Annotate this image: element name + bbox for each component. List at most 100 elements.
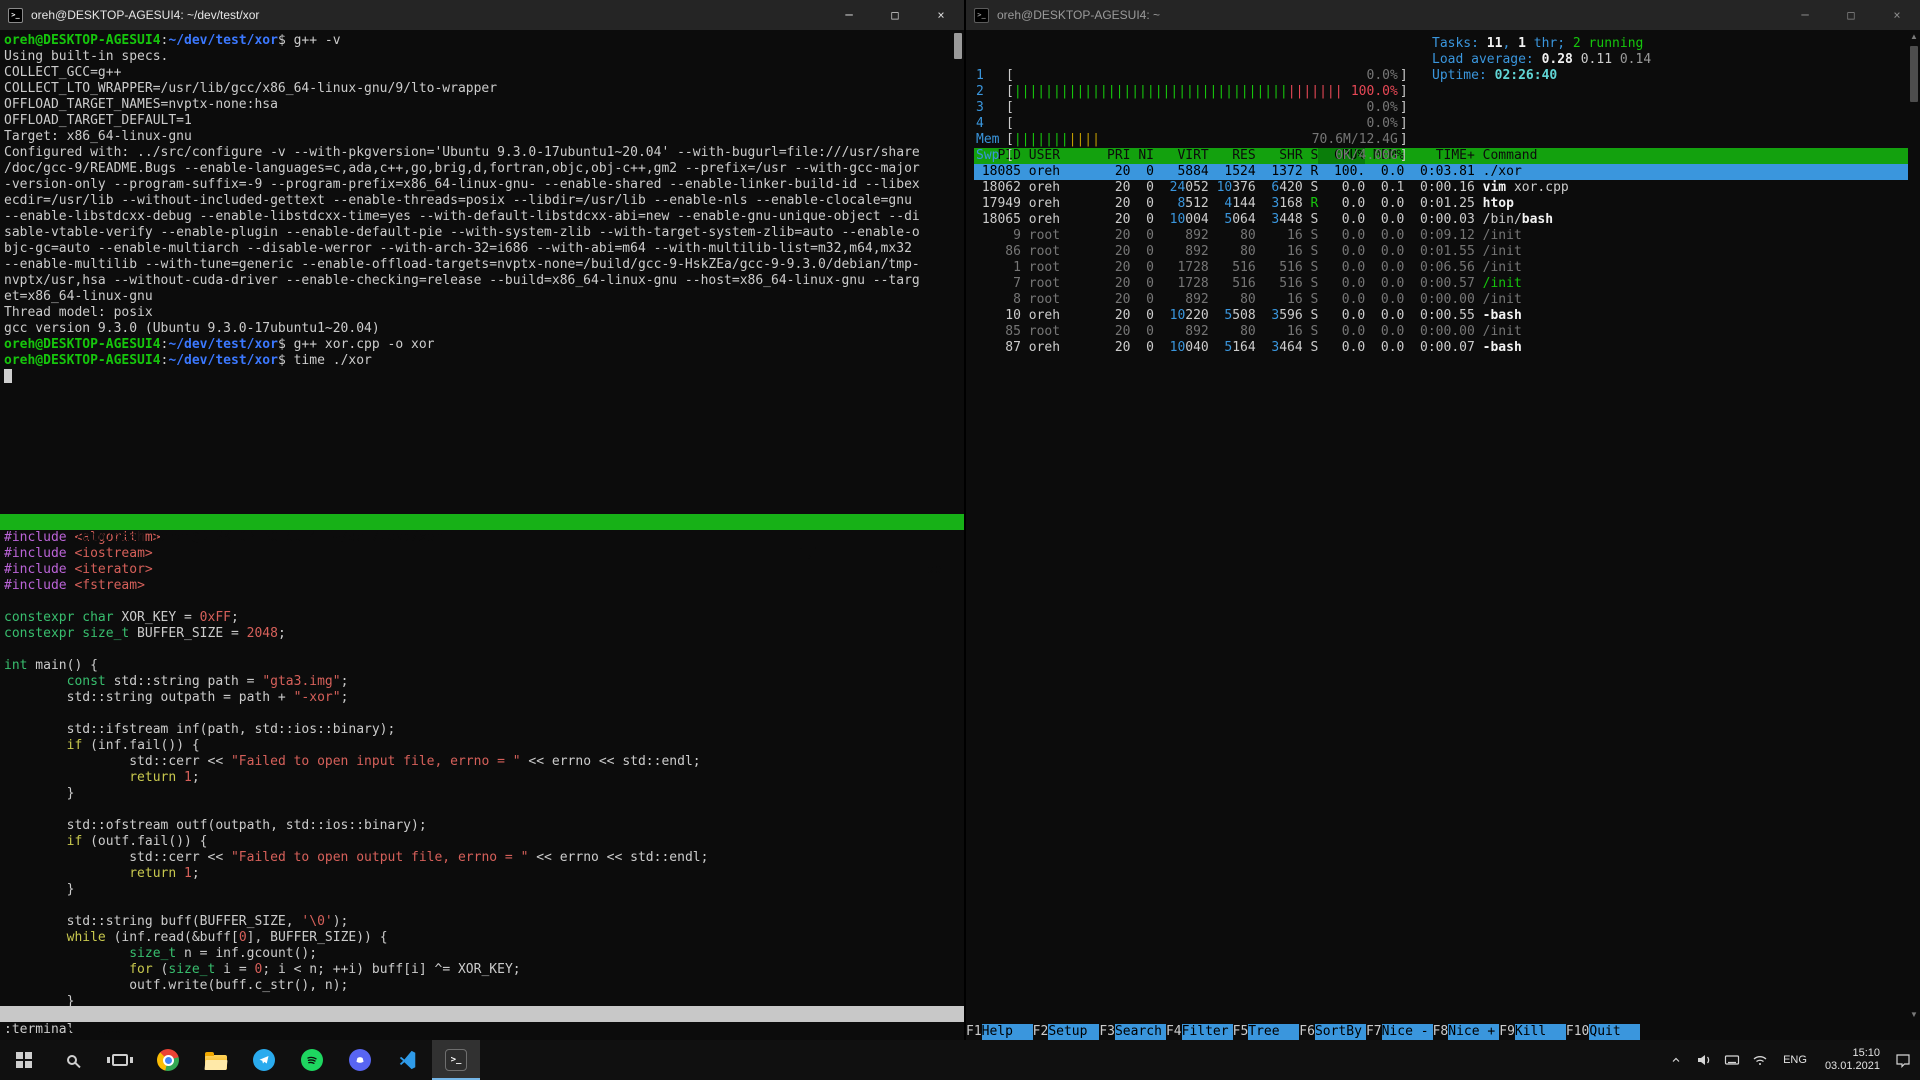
- fkey-label-kill[interactable]: Kill: [1514, 1024, 1566, 1040]
- process-row[interactable]: 1 root 20 0 1728 516 516 S 0.0 0.0 0:06.56/init: [974, 260, 1908, 276]
- cell-command: -bash: [1475, 308, 1908, 324]
- search-button[interactable]: [48, 1040, 96, 1080]
- fkey-label-tree[interactable]: Tree: [1248, 1024, 1300, 1040]
- cell-pri: 20: [1114, 308, 1131, 323]
- cell-mem: 0.0: [1380, 324, 1405, 339]
- meter-bar: ||||||||||| 70.6M/12.4G: [1014, 132, 1400, 148]
- meter-bracket: [: [1006, 148, 1014, 163]
- shell-output[interactable]: oreh@DESKTOP-AGESUI4:~/dev/test/xor$ g++…: [0, 30, 964, 514]
- cell-res: 80: [1240, 292, 1256, 307]
- fkey-f10[interactable]: F10: [1566, 1024, 1589, 1040]
- fkey-label-quit[interactable]: Quit: [1589, 1024, 1641, 1040]
- process-row[interactable]: 8 root 20 0 892 80 16 S 0.0 0.0 0:00.00/init: [974, 292, 1908, 308]
- right-window-title: oreh@DESKTOP-AGESUI4: ~: [997, 8, 1161, 22]
- memory-meter: Mem[||||||||||| 70.6M/12.4G]: [974, 132, 1908, 148]
- code-line: const std::string path = "gta3.img";: [4, 674, 964, 690]
- text: 02:26:40: [1494, 68, 1558, 83]
- fkey-f3[interactable]: F3: [1099, 1024, 1115, 1040]
- close-icon[interactable]: ×: [918, 0, 964, 30]
- task-view-button[interactable]: [96, 1040, 144, 1080]
- tray-chevron-up-icon[interactable]: [1667, 1040, 1685, 1080]
- touch-keyboard-icon[interactable]: [1723, 1040, 1741, 1080]
- terminal-output: Using built-in specs.: [4, 49, 169, 64]
- cpu-meter: 2[||||||||||||||||||||||||||||||||||||||…: [974, 84, 1908, 100]
- code-line: for (size_t i = 0; i < n; ++i) buff[i] ^…: [4, 962, 964, 978]
- fkey-label-nice+[interactable]: Nice +: [1448, 1024, 1500, 1040]
- fkey-label-filter[interactable]: Filter: [1181, 1024, 1233, 1040]
- taskbar-chrome-button[interactable]: [144, 1040, 192, 1080]
- scroll-down-icon[interactable]: ▼: [1908, 1010, 1920, 1020]
- terminal-icon: >_: [445, 1049, 467, 1071]
- maximize-icon[interactable]: □: [1828, 0, 1874, 30]
- taskbar-discord-button[interactable]: [336, 1040, 384, 1080]
- process-row[interactable]: 7 root 20 0 1728 516 516 S 0.0 0.0 0:00.57/init: [974, 276, 1908, 292]
- language-indicator[interactable]: ENG: [1779, 1054, 1811, 1066]
- taskbar-spotify-button[interactable]: [288, 1040, 336, 1080]
- text: [4, 642, 12, 657]
- code-token: ;: [340, 690, 349, 705]
- cell-shr: 3448: [1256, 212, 1302, 228]
- scrollbar-thumb[interactable]: [954, 33, 962, 59]
- code-token: const: [66, 674, 106, 689]
- action-center-icon[interactable]: [1894, 1040, 1912, 1080]
- minimize-icon[interactable]: ─: [826, 0, 872, 30]
- code-token: <iostream>: [74, 546, 153, 561]
- code-line: }: [4, 882, 964, 898]
- process-row[interactable]: 10 oreh 20 0 10220 5508 3596 S 0.0 0.0 0:00.55 -bas…: [974, 308, 1908, 324]
- process-row[interactable]: 86 root 20 0 892 80 16 S 0.0 0.0 0:01.55/init: [974, 244, 1908, 260]
- fkey-f5[interactable]: F5: [1233, 1024, 1249, 1040]
- fkey-label-help[interactable]: Help: [981, 1024, 1033, 1040]
- code-line: std::ofstream outf(outpath, std::ios::bi…: [4, 818, 964, 834]
- process-row[interactable]: 87 oreh 20 0 10040 5164 3464 S 0.0 0.0 0:00.07 -bas…: [974, 340, 1908, 356]
- code-line: }: [4, 786, 964, 802]
- code-token: std::ifstream inf(path, std::ios::binary…: [4, 722, 396, 737]
- fkey-f7[interactable]: F7: [1366, 1024, 1382, 1040]
- fkey-label-sortby[interactable]: SortBy: [1314, 1024, 1366, 1040]
- vim-code-buffer[interactable]: #include <algorithm>#include <iostream>#…: [0, 530, 964, 1006]
- process-row[interactable]: 9 root 20 0 892 80 16 S 0.0 0.0 0:09.12/init: [974, 228, 1908, 244]
- text: Load average:: [1432, 52, 1542, 67]
- cell-virt: 892: [1185, 292, 1209, 307]
- start-button[interactable]: [0, 1040, 48, 1080]
- close-icon[interactable]: ×: [1874, 0, 1920, 30]
- fkey-f8[interactable]: F8: [1433, 1024, 1449, 1040]
- meter-bar: ||||||||||||||||||||||||||||||||||||||||…: [1014, 84, 1400, 100]
- terminal-line: oreh@DESKTOP-AGESUI4:~/dev/test/xor$ tim…: [4, 353, 950, 369]
- fkey-label-setup[interactable]: Setup: [1048, 1024, 1100, 1040]
- scroll-up-icon[interactable]: ▲: [1908, 32, 1920, 42]
- taskbar-vscode-button[interactable]: [384, 1040, 432, 1080]
- maximize-icon[interactable]: □: [872, 0, 918, 30]
- fkey-f6[interactable]: F6: [1299, 1024, 1315, 1040]
- cell-user: oreh: [1028, 308, 1061, 323]
- taskbar-file-explorer-button[interactable]: [192, 1040, 240, 1080]
- cell-res: 80: [1240, 228, 1256, 243]
- volume-icon[interactable]: [1695, 1040, 1713, 1080]
- right-titlebar[interactable]: >_ oreh@DESKTOP-AGESUI4: ~ ─ □ ×: [966, 0, 1920, 30]
- minimize-icon[interactable]: ─: [1782, 0, 1828, 30]
- left-scrollbar[interactable]: [952, 30, 964, 1040]
- taskbar-terminal-button[interactable]: >_: [432, 1040, 480, 1080]
- network-icon[interactable]: [1751, 1040, 1769, 1080]
- scrollbar-thumb[interactable]: [1910, 46, 1918, 102]
- meter-label: 4: [976, 116, 984, 131]
- code-token: for: [129, 962, 153, 977]
- process-row[interactable]: 85 root 20 0 892 80 16 S 0.0 0.0 0:00.00/init: [974, 324, 1908, 340]
- cell-pid: 10: [1005, 308, 1021, 323]
- right-scrollbar[interactable]: ▲ ▼: [1908, 30, 1920, 1040]
- fkey-f1[interactable]: F1: [966, 1024, 982, 1040]
- code-line: if (outf.fail()) {: [4, 834, 964, 850]
- fkey-label-search[interactable]: Search: [1114, 1024, 1166, 1040]
- fkey-f2[interactable]: F2: [1033, 1024, 1049, 1040]
- cell-ni: 0: [1146, 276, 1154, 291]
- fkey-f9[interactable]: F9: [1499, 1024, 1515, 1040]
- fkey-f4[interactable]: F4: [1166, 1024, 1182, 1040]
- code-token: outf.write(buff.c_str(), n);: [4, 978, 349, 993]
- clock[interactable]: 15:10 03.01.2021: [1821, 1047, 1884, 1073]
- left-titlebar[interactable]: >_ oreh@DESKTOP-AGESUI4: ~/dev/test/xor …: [0, 0, 964, 30]
- taskbar-telegram-button[interactable]: [240, 1040, 288, 1080]
- process-row[interactable]: 18065 oreh 20 0 10004 5064 3448 S 0.0 0.0 0:00.03/…: [974, 212, 1908, 228]
- fkey-label-nice-[interactable]: Nice -: [1381, 1024, 1433, 1040]
- text: 1: [1518, 36, 1526, 51]
- meter-bar: 0K/4.00G: [1014, 148, 1400, 164]
- command-text: /init: [1482, 276, 1522, 291]
